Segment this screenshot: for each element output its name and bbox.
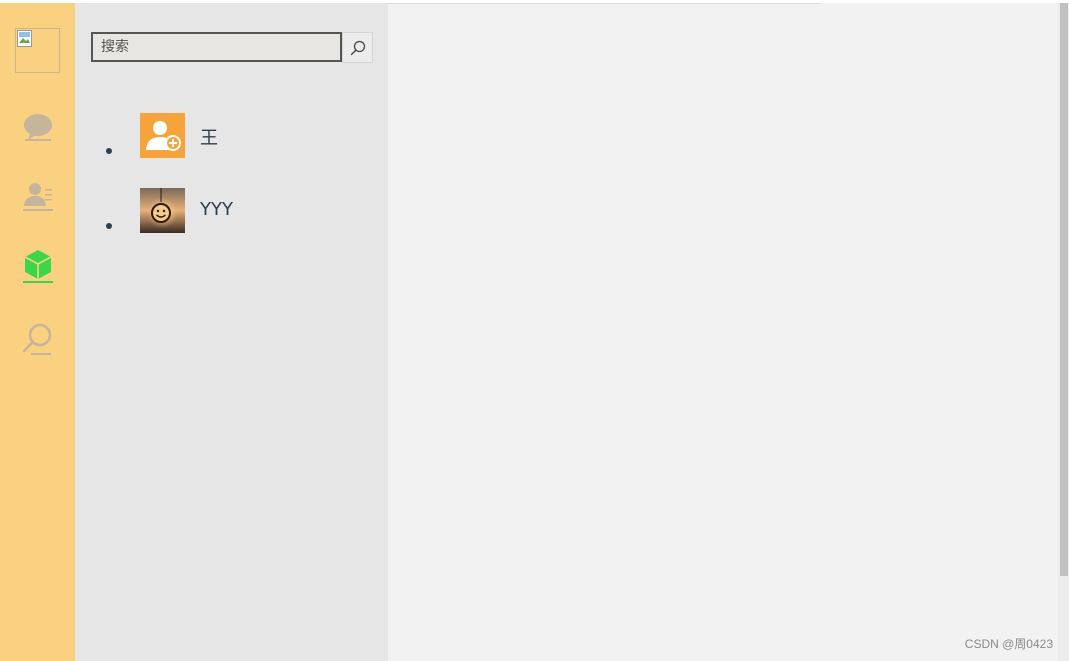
vertical-scrollbar[interactable] [1058,3,1069,661]
list-bullet [106,148,112,154]
broken-image-icon [17,30,32,47]
nav-contacts[interactable] [18,177,58,217]
nav-chat[interactable] [18,107,58,147]
contact-name: YYY [200,199,233,220]
search-input[interactable] [91,32,342,62]
user-avatar[interactable] [15,28,60,73]
magnifier-icon [350,40,365,55]
nav-search[interactable] [18,319,58,359]
nav-rail [0,3,75,661]
contact-list: 王 YYY [75,113,388,263]
watermark: CSDN @周0423 [964,637,1053,651]
contact-name: 王 [200,128,218,149]
contacts-panel: 王 [75,3,388,661]
chat-bubble-icon [24,114,52,141]
app-window: 王 [0,3,1069,661]
search-button[interactable] [342,32,373,63]
list-bullet [106,223,112,229]
scrollbar-thumb[interactable] [1060,3,1068,576]
divider [388,3,820,4]
add-user-avatar [140,113,185,158]
main-content [388,3,1058,661]
contact-item[interactable]: YYY [75,188,388,263]
nav-apps[interactable] [18,246,58,286]
contact-item[interactable]: 王 [75,113,388,188]
search-icon [22,323,52,355]
smiley-photo-avatar [140,188,185,233]
contacts-card-icon [23,183,53,211]
cube-icon [23,250,53,283]
search-bar [91,31,373,63]
